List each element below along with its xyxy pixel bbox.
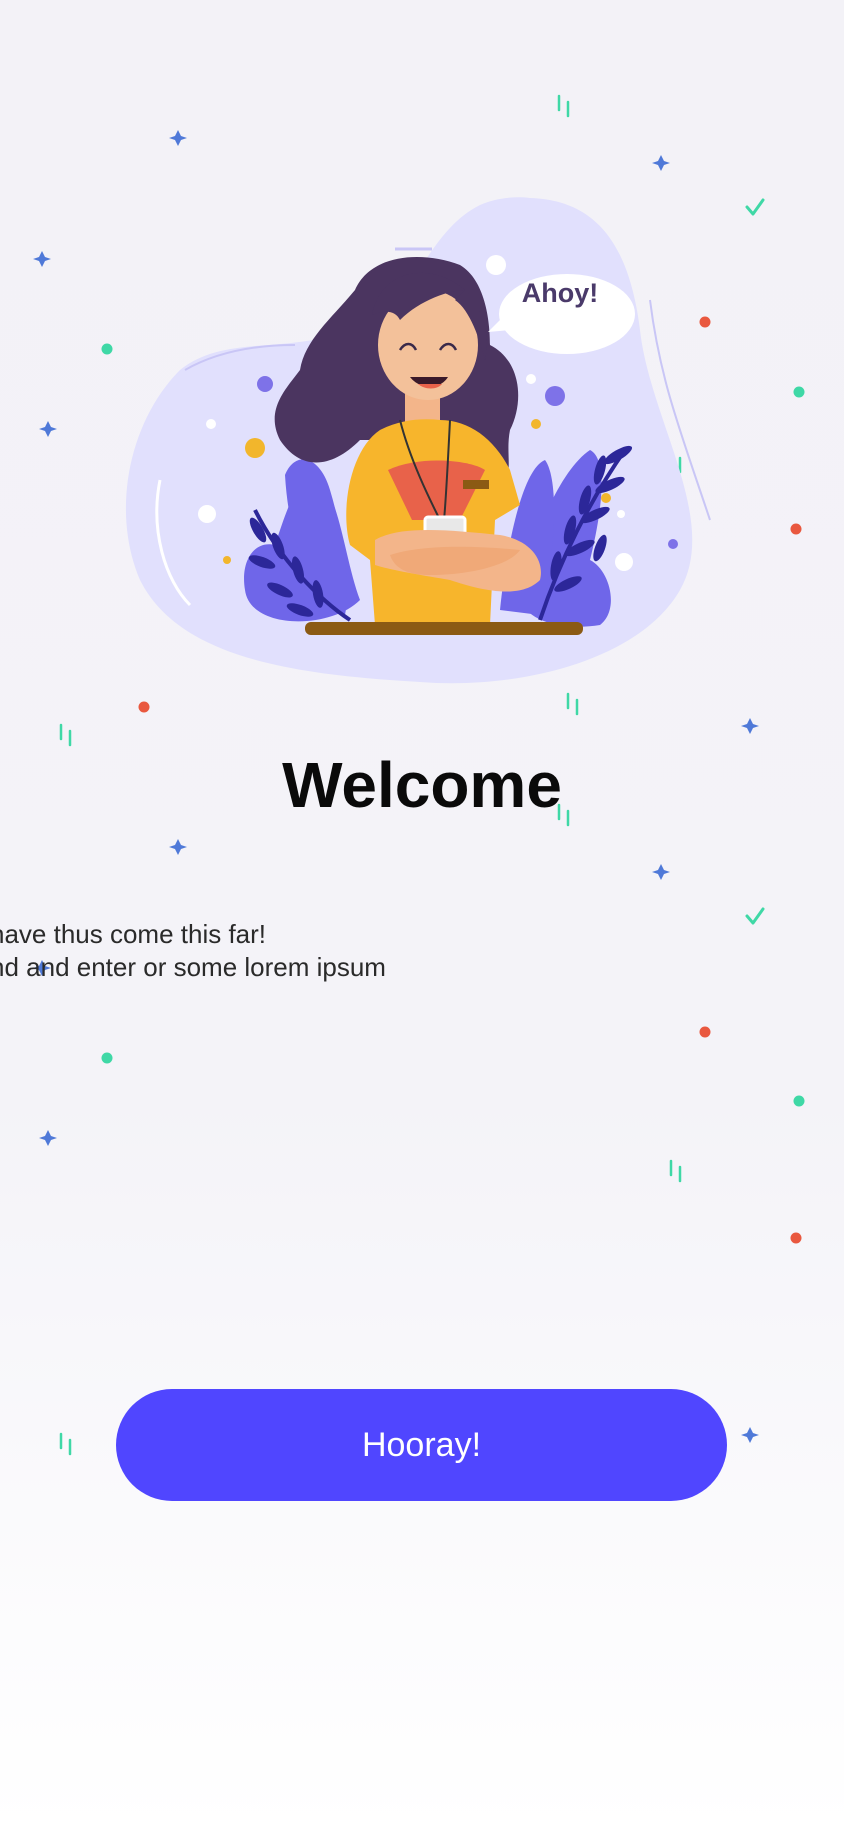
hooray-button[interactable]: Hooray!: [116, 1389, 727, 1501]
welcome-subtitle-line2: nd and enter or some lorem ipsum: [0, 952, 386, 982]
welcome-illustration: [125, 197, 711, 684]
welcome-subtitle: have thus come this far! nd and enter or…: [0, 918, 590, 984]
desk: [305, 622, 583, 635]
welcome-title: Welcome: [282, 749, 562, 821]
welcome-subtitle-line1: have thus come this far!: [0, 919, 267, 949]
speech-bubble-text: Ahoy!: [521, 278, 599, 308]
